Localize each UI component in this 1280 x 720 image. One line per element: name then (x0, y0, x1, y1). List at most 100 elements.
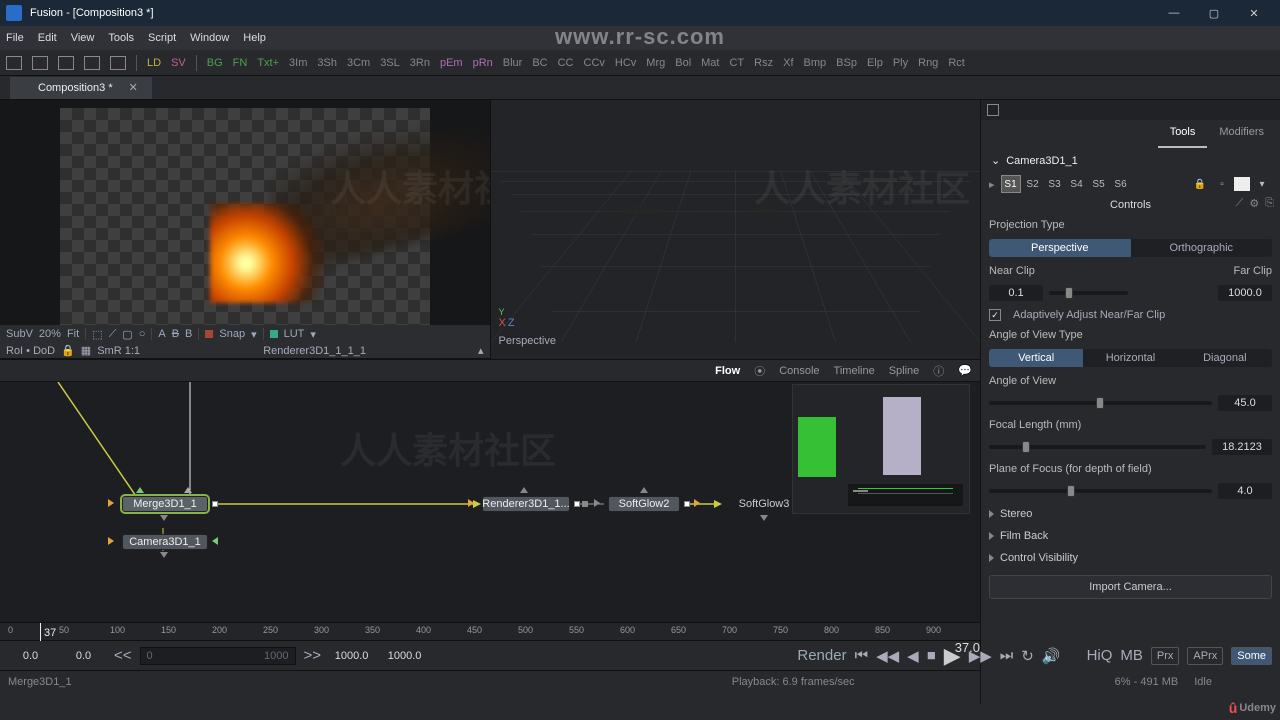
tool-hcv[interactable]: HCv (615, 57, 636, 69)
node-camera3d[interactable]: Camera3D1_1 (122, 534, 208, 550)
slot-s2[interactable]: S2 (1023, 175, 1043, 193)
first-frame-button[interactable]: ⏮ (855, 647, 869, 664)
opt-horizontal[interactable]: Horizontal (1083, 349, 1177, 367)
chat-icon[interactable]: 💬 (958, 364, 972, 377)
tool-prn[interactable]: pRn (473, 57, 493, 69)
clip-slider[interactable] (1049, 291, 1128, 295)
far-clip-value[interactable]: 1000.0 (1218, 285, 1272, 301)
tab-timeline[interactable]: Timeline (834, 365, 875, 377)
slot-s4[interactable]: S4 (1067, 175, 1087, 193)
plane-of-focus-value[interactable]: 4.0 (1218, 483, 1272, 499)
opt-vertical[interactable]: Vertical (989, 349, 1083, 367)
layout-icon-1[interactable] (6, 56, 22, 70)
some-toggle[interactable]: Some (1231, 647, 1272, 665)
opt-perspective[interactable]: Perspective (989, 239, 1131, 257)
tool-ccv[interactable]: CCv (584, 57, 605, 69)
tool-bsp[interactable]: BSp (836, 57, 857, 69)
v1-lut[interactable]: LUT (284, 328, 305, 340)
import-camera-button[interactable]: Import Camera... (989, 575, 1272, 599)
menu-file[interactable]: File (6, 32, 24, 44)
range-out[interactable]: 1000.0 (329, 650, 374, 662)
flow-view[interactable]: Merge3D1_1 Camera3D1_1 Renderer3D1_1... (0, 382, 980, 622)
tool-3rn[interactable]: 3Rn (410, 57, 430, 69)
aov-slider[interactable] (989, 401, 1212, 405)
minimize-button[interactable]: — (1154, 0, 1194, 26)
menu-window[interactable]: Window (190, 32, 229, 44)
viewer-left[interactable]: 人人素材社区 SubV 20% Fit ⬚ ⟋ ▢ ○ A B B (0, 100, 490, 359)
tab-composition[interactable]: Composition3 * ✕ (10, 77, 152, 99)
tool-txt[interactable]: Txt+ (257, 57, 279, 69)
flow-navigator[interactable] (792, 384, 970, 514)
tab-modifiers[interactable]: Modifiers (1207, 120, 1276, 148)
step-fwd-button[interactable]: >> (304, 647, 322, 664)
tool-bc[interactable]: BC (532, 57, 547, 69)
aprx-toggle[interactable]: APrx (1187, 647, 1223, 665)
tool-blur[interactable]: Blur (503, 57, 523, 69)
viewer-right[interactable]: Y XZ Perspective 人人素材社区 SubV 50% Fit A B… (490, 100, 981, 359)
tool-rng[interactable]: Rng (918, 57, 938, 69)
node-merge3d[interactable]: Merge3D1_1 (122, 496, 208, 512)
tool-rsz[interactable]: Rsz (754, 57, 773, 69)
v1-smr[interactable]: SmR 1:1 (97, 345, 140, 357)
tool-ct[interactable]: CT (729, 57, 744, 69)
tab-flow[interactable]: Flow (715, 365, 740, 377)
v1-menu-icon[interactable]: ▴ (478, 344, 484, 357)
stereo-disclosure[interactable]: Stereo (981, 503, 1280, 525)
current-time[interactable]: 0.0 (61, 650, 106, 662)
tool-mat[interactable]: Mat (701, 57, 719, 69)
slot-s5[interactable]: S5 (1089, 175, 1109, 193)
tool-cc[interactable]: CC (558, 57, 574, 69)
v1-lock-icon[interactable]: 🔒 (61, 344, 75, 357)
prx-toggle[interactable]: Prx (1151, 647, 1180, 665)
tool-ply[interactable]: Ply (893, 57, 908, 69)
play-back-button[interactable]: ◀ (907, 647, 919, 665)
tool-pem[interactable]: pEm (440, 57, 463, 69)
tool-3im[interactable]: 3Im (289, 57, 307, 69)
tool-rct[interactable]: Rct (948, 57, 965, 69)
film-back-disclosure[interactable]: Film Back (981, 525, 1280, 547)
slot-s1[interactable]: S1 (1001, 175, 1021, 193)
v1-roi-dod[interactable]: RoI • DoD (6, 345, 55, 357)
near-clip-value[interactable]: 0.1 (989, 285, 1043, 301)
time-ruler[interactable]: 0501001502002503003504004505005506006507… (0, 622, 980, 640)
frame-input[interactable]: 0 1000 (140, 647, 296, 665)
layout-icon-2[interactable] (32, 56, 48, 70)
node-softglow3[interactable]: SoftGlow3 (728, 496, 800, 512)
pin-icon[interactable] (987, 104, 999, 116)
tool-3sh[interactable]: 3Sh (317, 57, 337, 69)
console-icon[interactable]: ⦿ (754, 363, 765, 379)
v1-fit[interactable]: Fit (67, 328, 79, 340)
opt-orthographic[interactable]: Orthographic (1131, 239, 1273, 257)
tool-bol[interactable]: Bol (675, 57, 691, 69)
v1-chevron-down-icon[interactable]: ▾ (251, 328, 257, 341)
menu-edit[interactable]: Edit (38, 32, 57, 44)
tool-elp[interactable]: Elp (867, 57, 883, 69)
v1-mode[interactable]: SubV (6, 328, 33, 340)
adapt-checkbox[interactable] (989, 309, 1001, 321)
step-back-button[interactable]: << (114, 647, 132, 664)
render-button[interactable]: Render (797, 647, 846, 664)
v1-snap[interactable]: Snap (219, 328, 245, 340)
v1-square-icon[interactable]: ▢ (122, 328, 132, 341)
menu-help[interactable]: Help (243, 32, 266, 44)
maximize-button[interactable]: ▢ (1194, 0, 1234, 26)
focal-length-slider[interactable] (989, 445, 1206, 449)
v1-zoom[interactable]: 20% (39, 328, 61, 340)
stop-button[interactable]: ■ (927, 647, 936, 664)
tool-fn[interactable]: FN (233, 57, 248, 69)
layout-icon-3[interactable] (58, 56, 74, 70)
collapse-icon[interactable]: ⌄ (991, 154, 1000, 167)
tool-3cm[interactable]: 3Cm (347, 57, 370, 69)
control-visibility-disclosure[interactable]: Control Visibility (981, 547, 1280, 569)
hiq-toggle[interactable]: HiQ (1087, 647, 1113, 664)
tool-bg[interactable]: BG (207, 57, 223, 69)
color-swatch[interactable] (1234, 177, 1250, 191)
v1-circle-icon[interactable]: ○ (139, 328, 146, 340)
sound-icon[interactable]: 🔊 (1042, 647, 1061, 665)
tool-ld[interactable]: LD (147, 57, 161, 69)
mb-toggle[interactable]: MB (1120, 647, 1143, 664)
layout-icon-5[interactable] (110, 56, 126, 70)
focal-length-value[interactable]: 18.2123 (1212, 439, 1272, 455)
slot-s3[interactable]: S3 (1045, 175, 1065, 193)
loop-button[interactable]: ↻ (1021, 647, 1034, 665)
